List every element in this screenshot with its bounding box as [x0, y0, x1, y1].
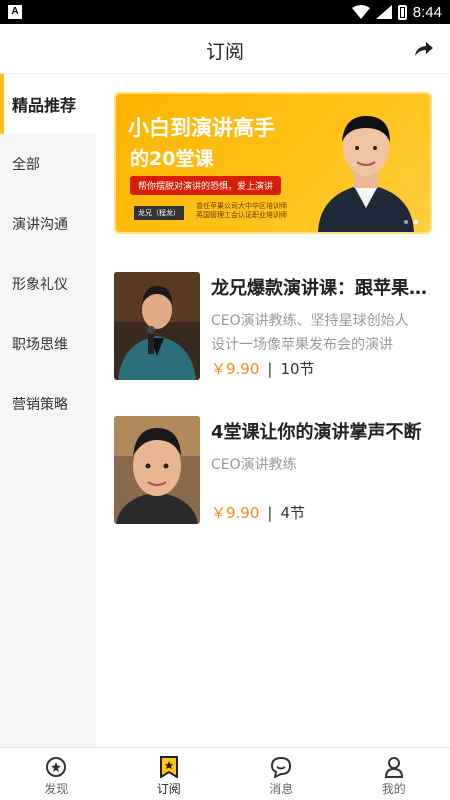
banner-credit-line: 曾任苹果公司大中华区培训师: [196, 202, 287, 210]
signal-icon: [375, 5, 392, 19]
battery-icon: [397, 4, 407, 20]
tab-subscribe[interactable]: 订阅: [113, 748, 226, 800]
notification-icon: A: [8, 5, 22, 19]
lesson-count: 10节: [280, 360, 315, 378]
message-icon: [271, 756, 292, 778]
subscribe-icon: [159, 756, 178, 778]
sidebar-item-label: 营销策略: [12, 397, 68, 413]
meta-separator: |: [267, 359, 273, 378]
course-title: 4堂课让你的演讲掌声不断: [211, 422, 422, 443]
sidebar-item-speech[interactable]: 演讲沟通: [0, 194, 96, 254]
course-author: CEO演讲教练、坚持星球创始人: [211, 313, 409, 329]
banner-title: 小白到演讲高手: [128, 116, 275, 140]
tab-label: 消息: [269, 782, 294, 796]
banner-subtitle: 的20堂课: [130, 148, 214, 170]
sidebar-item-label: 职场思维: [12, 337, 68, 353]
sidebar-item-label: 形象礼仪: [12, 277, 68, 293]
tab-label: 订阅: [156, 782, 181, 796]
tab-label: 发现: [44, 782, 69, 796]
meta-separator: |: [267, 503, 273, 522]
tab-profile[interactable]: 我的: [338, 748, 450, 800]
sidebar-item-all[interactable]: 全部: [0, 134, 96, 194]
course-thumbnail: [114, 272, 200, 380]
banner-pager: [404, 220, 418, 224]
sidebar-item-label: 全部: [12, 157, 40, 173]
tab-discover[interactable]: 发现: [0, 748, 113, 800]
status-time: 8:44: [412, 3, 442, 21]
discover-icon: [46, 757, 67, 777]
course-thumbnail: [114, 416, 200, 524]
bottom-tabbar: 发现 订阅 消息 我的: [0, 747, 450, 800]
banner-tagline: 帮你摆脱对演讲的恐惧，爱上演讲: [130, 176, 282, 195]
page-title: 订阅: [205, 41, 244, 63]
tab-messages[interactable]: 消息: [225, 748, 338, 800]
profile-icon: [384, 757, 403, 778]
course-title: 龙兄爆款演讲课：跟苹果培训师学演讲: [211, 278, 433, 299]
banner-credit-line: 英国管理工会认证职业培训师: [196, 211, 287, 219]
sidebar-item-etiquette[interactable]: 形象礼仪: [0, 254, 96, 314]
category-sidebar: 精品推荐 全部 演讲沟通 形象礼仪 职场思维 营销策略: [0, 74, 96, 747]
content-panel: 小白到演讲高手 的20堂课 帮你摆脱对演讲的恐惧，爱上演讲 龙兄（程龙） 曾任苹…: [96, 74, 450, 747]
sidebar-item-label: 精品推荐: [12, 96, 77, 115]
course-card[interactable]: 4堂课让你的演讲掌声不断 CEO演讲教练 ￥9.90 | 4节: [114, 416, 432, 526]
sidebar-item-career[interactable]: 职场思维: [0, 314, 96, 374]
banner-speaker: 龙兄（程龙）: [134, 206, 184, 220]
sidebar-item-featured[interactable]: 精品推荐: [0, 74, 96, 134]
pager-dot-active: [414, 220, 418, 224]
course-meta: ￥9.90 | 4节: [211, 502, 305, 523]
promo-banner[interactable]: 小白到演讲高手 的20堂课 帮你摆脱对演讲的恐惧，爱上演讲 龙兄（程龙） 曾任苹…: [114, 92, 432, 234]
course-author: CEO演讲教练: [211, 457, 297, 473]
status-icons: 8:44: [351, 2, 442, 22]
wifi-icon: [351, 5, 370, 19]
course-card[interactable]: 龙兄爆款演讲课：跟苹果培训师学演讲 CEO演讲教练、坚持星球创始人 设计一场像苹…: [114, 272, 433, 382]
tab-label: 我的: [381, 782, 406, 796]
pager-dot: [404, 220, 408, 224]
status-bar: A 8:44: [0, 0, 450, 24]
sidebar-item-label: 演讲沟通: [12, 217, 68, 233]
banner-credits: 曾任苹果公司大中华区培训师 英国管理工会认证职业培训师: [196, 202, 287, 220]
lesson-count: 4节: [280, 504, 306, 522]
course-price: ￥9.90: [211, 360, 260, 378]
course-description: 设计一场像苹果发布会的演讲: [211, 337, 393, 353]
share-icon[interactable]: [414, 39, 434, 59]
speaker-photo: [318, 116, 414, 232]
sidebar-item-marketing[interactable]: 营销策略: [0, 374, 96, 434]
course-price: ￥9.90: [211, 504, 260, 522]
header: 订阅: [0, 24, 450, 74]
course-meta: ￥9.90 | 10节: [211, 358, 315, 379]
